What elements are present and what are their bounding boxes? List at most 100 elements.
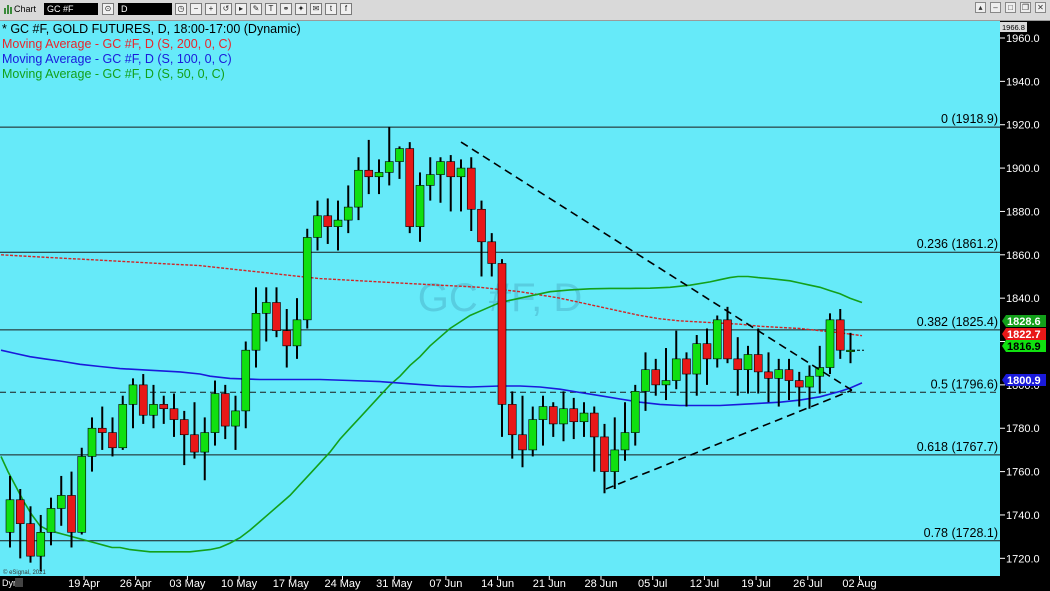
candle-up — [671, 358, 681, 381]
x-tick-label: 10 May — [221, 578, 258, 590]
x-tick-label: 12 Jul — [690, 578, 719, 590]
candle-up — [333, 219, 343, 227]
candle-down — [600, 436, 609, 472]
candle-down — [138, 384, 148, 416]
y-tick-label: 1920.0 — [1006, 120, 1040, 132]
scroll-up-icon[interactable]: ▴ — [975, 2, 986, 13]
candle-down — [835, 319, 845, 351]
candle-up — [374, 172, 384, 178]
candle-up — [743, 354, 753, 371]
zoom-out-icon[interactable]: − — [190, 3, 202, 15]
candle-up — [251, 313, 261, 351]
candle-up — [538, 406, 548, 420]
candle-up — [641, 369, 650, 392]
candle-down — [507, 404, 517, 436]
link-icon[interactable]: ⊙ — [102, 3, 114, 15]
dyn-toggle-icon[interactable] — [15, 578, 23, 587]
candle-down — [405, 148, 415, 227]
candle-up — [825, 319, 835, 368]
chart-legend: * GC #F, GOLD FUTURES, D, 18:00-17:00 (D… — [2, 22, 301, 82]
candle-up — [210, 393, 220, 433]
y-tick-label: 1900.0 — [1006, 163, 1040, 175]
fib-level-label: 0.618 (1767.7) — [917, 440, 998, 454]
x-tick-label: 19 Apr — [68, 578, 100, 590]
minimize-icon[interactable]: – — [990, 2, 1001, 13]
candle-up — [302, 237, 312, 321]
candle-up — [200, 432, 210, 453]
candle-up — [77, 456, 87, 533]
x-tick-label: 24 May — [324, 578, 361, 590]
maximize-icon[interactable]: □ — [1005, 2, 1016, 13]
price-tag-label: 1822.7 — [1007, 329, 1041, 341]
restore-icon[interactable]: ❐ — [1020, 2, 1031, 13]
time-axis[interactable] — [0, 576, 1050, 591]
candle-down — [477, 208, 486, 243]
candle-down — [169, 408, 179, 420]
candle-down — [190, 434, 199, 453]
price-chart[interactable]: GC #F, D 0 (1918.9)0.236 (1861.2)0.382 (… — [0, 21, 1050, 591]
legend-ma50: Moving Average - GC #F, D (S, 50, 0, C) — [2, 67, 225, 81]
fib-level-label: 0.5 (1796.6) — [931, 377, 998, 391]
interval-input[interactable]: D — [118, 3, 172, 15]
y-tick-label: 1860.0 — [1006, 250, 1040, 262]
candle-down — [589, 412, 599, 438]
candle-down — [723, 319, 732, 360]
candle-down — [282, 330, 292, 347]
candle-down — [364, 169, 374, 178]
symbol-input[interactable]: GC #F — [44, 3, 98, 15]
fib-level-label: 0 (1918.9) — [941, 112, 998, 126]
candle-up — [231, 410, 240, 427]
play-icon[interactable]: ▸ — [235, 3, 247, 15]
candle-up — [630, 391, 640, 433]
candle-down — [548, 406, 558, 425]
candle-down — [15, 499, 25, 524]
candle-up — [5, 499, 15, 533]
twitter-icon[interactable]: t — [325, 3, 337, 15]
x-tick-label: 07 Jun — [429, 578, 462, 590]
candle-down — [67, 495, 76, 533]
candle-up — [579, 412, 589, 423]
y-tick-label: 1760.0 — [1006, 467, 1040, 479]
candle-up — [415, 185, 425, 227]
x-tick-label: 26 Apr — [120, 578, 152, 590]
x-tick-label: 31 May — [376, 578, 413, 590]
text-tool-icon[interactable]: T — [265, 3, 277, 15]
candle-up — [292, 319, 302, 347]
candle-up — [384, 161, 394, 173]
fib-level-label: 0.78 (1728.1) — [924, 526, 998, 540]
candle-up — [774, 369, 784, 379]
candle-down — [159, 404, 169, 410]
candle-up — [118, 404, 128, 449]
candle-up — [610, 449, 620, 472]
facebook-icon[interactable]: f — [340, 3, 352, 15]
candle-down — [497, 263, 507, 405]
drawing-tools-icon[interactable]: ✎ — [250, 3, 262, 15]
candle-up — [261, 302, 271, 314]
candle-down — [651, 369, 661, 386]
settings-icon[interactable]: ✦ — [295, 3, 307, 15]
candle-down — [220, 393, 230, 427]
email-icon[interactable]: ✉ — [310, 3, 322, 15]
y-tick-label: 1720.0 — [1006, 553, 1040, 565]
x-tick-label: 26 Jul — [793, 578, 822, 590]
candle-down — [26, 523, 35, 557]
y-tick-label: 1840.0 — [1006, 293, 1040, 305]
candle-up — [36, 532, 46, 557]
candle-up — [354, 169, 363, 208]
close-icon[interactable]: ✕ — [1035, 2, 1046, 13]
legend-ma100: Moving Average - GC #F, D (S, 100, 0, C) — [2, 52, 232, 66]
clock-icon[interactable]: ◷ — [175, 3, 187, 15]
x-tick-label: 03 May — [169, 578, 206, 590]
candle-up — [456, 167, 466, 178]
zoom-in-icon[interactable]: + — [205, 3, 217, 15]
candle-up — [805, 375, 814, 388]
link-chain-icon[interactable]: ⚭ — [280, 3, 292, 15]
candle-up — [620, 432, 630, 451]
title-bar: Chart GC #F ⊙ D ◷ − + ↺ ▸ ✎ T ⚭ ✦ ✉ t f … — [0, 0, 1050, 21]
candle-down — [446, 161, 456, 178]
candle-down — [764, 371, 773, 379]
candle-down — [97, 427, 107, 433]
top-price-label: 1966.8 — [1002, 23, 1025, 32]
candle-down — [753, 354, 763, 373]
reset-icon[interactable]: ↺ — [220, 3, 232, 15]
